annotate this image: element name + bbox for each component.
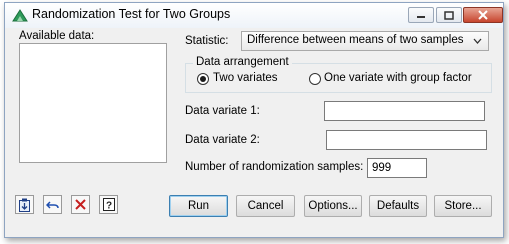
radio-selected-dot: [200, 76, 206, 82]
minimize-button[interactable]: [408, 7, 434, 23]
chevron-down-icon: [473, 38, 482, 44]
undo-button[interactable]: [43, 195, 62, 214]
dialog-window: Randomization Test for Two Groups Availa…: [4, 2, 504, 238]
samples-label: Number of randomization samples:: [185, 161, 364, 173]
options-button[interactable]: Options...: [304, 195, 362, 217]
app-icon: [12, 8, 28, 22]
maximize-icon: [444, 10, 454, 20]
defaults-button[interactable]: Defaults: [369, 195, 427, 217]
store-button[interactable]: Store...: [434, 195, 492, 217]
undo-icon: [46, 200, 59, 209]
maximize-button[interactable]: [436, 7, 462, 23]
close-button[interactable]: [463, 7, 503, 23]
clear-button[interactable]: [71, 195, 90, 214]
statistic-label: Statistic:: [185, 35, 229, 47]
data-variate-1-label: Data variate 1:: [185, 105, 260, 117]
two-variates-label[interactable]: Two variates: [213, 72, 278, 84]
clear-icon: [75, 199, 86, 210]
one-variate-radio[interactable]: [309, 73, 321, 85]
data-variate-2-label: Data variate 2:: [185, 134, 260, 146]
svg-text:?: ?: [105, 201, 111, 212]
help-button[interactable]: ?: [99, 195, 118, 214]
title-bar[interactable]: Randomization Test for Two Groups: [5, 3, 503, 28]
clipboard-button[interactable]: [15, 195, 34, 214]
samples-input[interactable]: [367, 158, 427, 178]
cancel-button[interactable]: Cancel: [236, 195, 295, 217]
minimize-icon: [417, 16, 425, 18]
data-variate-2-input[interactable]: [326, 130, 487, 150]
clipboard-icon: [19, 198, 30, 212]
data-variate-1-input[interactable]: [324, 101, 485, 121]
available-data-label: Available data:: [19, 30, 95, 42]
available-data-list[interactable]: [19, 43, 167, 163]
window-title: Randomization Test for Two Groups: [32, 7, 231, 21]
data-arrangement-legend: Data arrangement: [193, 56, 292, 68]
statistic-value: Difference between means of two samples: [247, 34, 464, 46]
statistic-select[interactable]: Difference between means of two samples: [241, 31, 489, 51]
close-icon: [478, 10, 488, 20]
help-icon: ?: [102, 198, 115, 212]
run-button[interactable]: Run: [169, 195, 228, 217]
two-variates-radio[interactable]: [197, 73, 209, 85]
one-variate-label[interactable]: One variate with group factor: [324, 72, 472, 84]
